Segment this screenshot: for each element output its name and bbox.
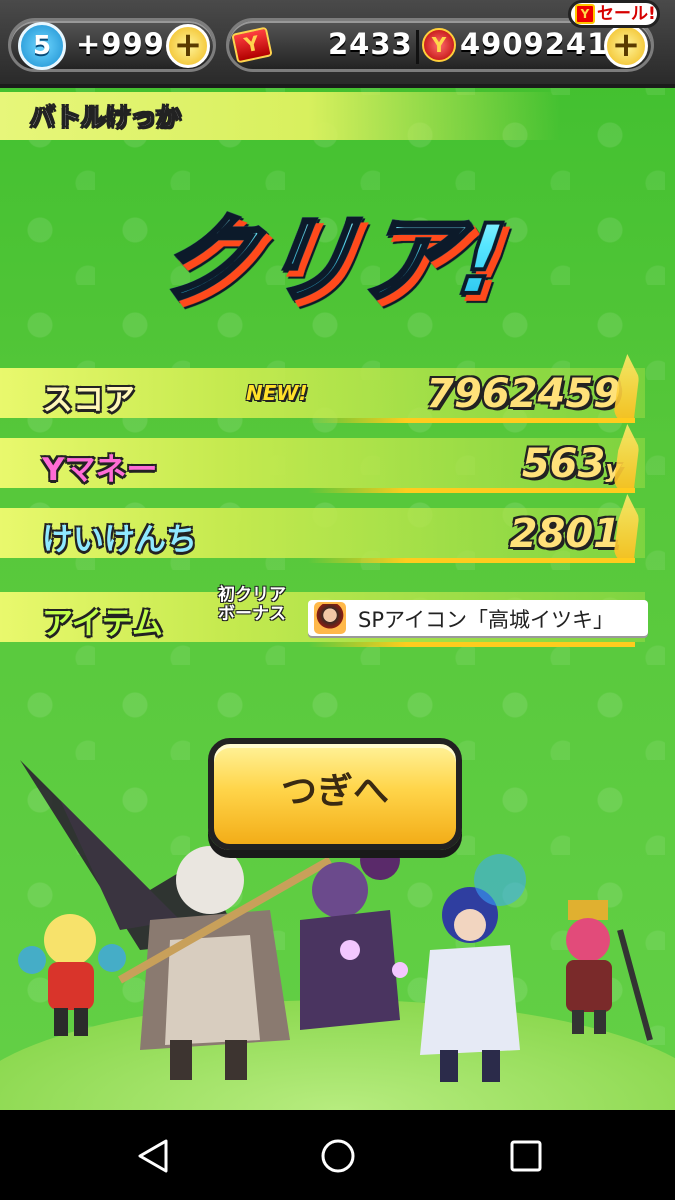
next-button[interactable]: つぎへ: [208, 738, 462, 850]
recent-square-icon[interactable]: [506, 1138, 546, 1174]
home-circle-icon[interactable]: [318, 1138, 358, 1174]
currency-divider: [416, 30, 419, 64]
money-value: 563y: [522, 441, 621, 487]
sale-label: セール!: [597, 4, 656, 24]
exp-row: けいけんち 2801: [0, 494, 645, 563]
score-row: スコア NEW! 7962459: [0, 354, 645, 423]
reward-item: SPアイコン「高城イツキ」: [308, 600, 648, 636]
add-stamina-button[interactable]: +: [166, 24, 210, 68]
level-badge-icon: 5: [18, 22, 66, 70]
sale-ticket-icon: Y: [575, 4, 595, 24]
page-title: バトルけっか: [30, 103, 182, 133]
status-bar: 5 +999 + Y 2433 Y 4909241 + Y セール!: [0, 0, 675, 88]
reward-item-name: SPアイコン「高城イツキ」: [358, 608, 614, 632]
item-label: アイテム: [42, 606, 163, 642]
clear-banner: クリア!: [110, 182, 560, 321]
money-label: Yマネー: [42, 452, 158, 488]
game-screen: 5 +999 + Y 2433 Y 4909241 + Y セール! バトルけっか…: [0, 0, 675, 1110]
level-number: 5: [32, 31, 52, 61]
bonus-label-line2: ボーナス: [218, 604, 286, 624]
ticket-count: 2433: [328, 27, 413, 61]
score-label: スコア: [42, 382, 135, 418]
coin-icon: Y: [422, 28, 456, 62]
new-record-badge: NEW!: [246, 381, 308, 405]
score-value: 7962459: [426, 371, 621, 417]
item-row: アイテム 初クリア ボーナス SPアイコン「高城イツキ」: [0, 586, 648, 647]
add-money-button[interactable]: +: [604, 24, 648, 68]
exp-label: けいけんち: [42, 522, 197, 558]
android-navigation-bar: [0, 1110, 675, 1200]
exp-value: 2801: [509, 511, 621, 557]
first-clear-bonus-label: 初クリア ボーナス: [218, 586, 308, 624]
money-count: 4909241: [460, 27, 609, 61]
stamina-count: +999: [76, 27, 165, 61]
bonus-label-line1: 初クリア: [218, 585, 286, 605]
sale-badge[interactable]: Y セール!: [568, 0, 660, 28]
money-row: Yマネー 563y: [0, 424, 645, 493]
back-triangle-icon[interactable]: [134, 1138, 174, 1174]
character-portrait-icon: [314, 602, 346, 634]
money-amount: 563: [521, 441, 606, 487]
